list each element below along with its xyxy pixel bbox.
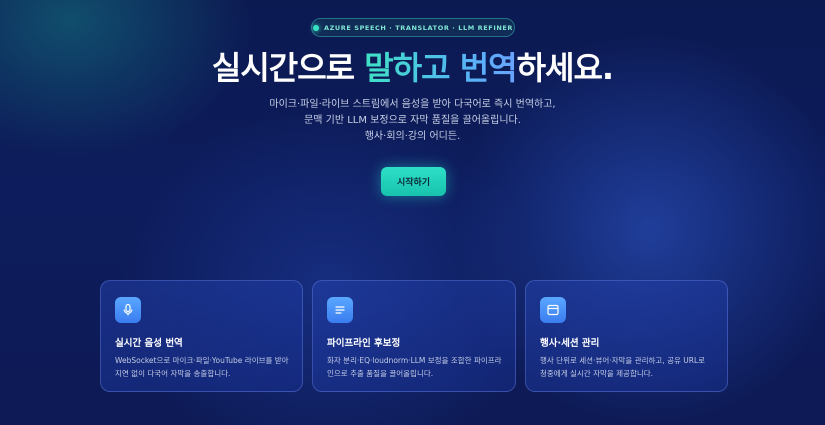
page-title: 실시간으로 말하고 번역하세요. — [0, 48, 825, 88]
start-button[interactable]: 시작하기 — [381, 167, 446, 196]
feature-description-line: 화자 분리·EQ·loudnorm·LLM 보정을 조합한 파이프라 — [327, 356, 502, 365]
feature-title: 행사·세션 관리 — [540, 338, 600, 349]
title-highlight: 말하고 번역 — [364, 49, 517, 87]
subtitle-line: 문맥 기반 LLM 보정으로 자막 품질을 끌어올립니다. — [304, 115, 521, 126]
feature-description-line: 인으로 추출 품질을 끌어올립니다. — [327, 369, 434, 378]
microphone-icon — [115, 297, 141, 323]
status-dot-icon — [312, 24, 319, 31]
badge-text: AZURE SPEECH · TRANSLATOR · LLM REFINER — [323, 23, 514, 32]
subtitle-line: 행사·회의·강의 어디든. — [364, 131, 461, 142]
feature-description-line: 지연 없이 다국어 자막을 송출합니다. — [115, 369, 231, 378]
feature-title: 실시간 음성 번역 — [115, 338, 183, 349]
feature-description-line: 청중에게 실시간 자막을 제공합니다. — [540, 369, 654, 378]
feature-description-line: WebSocket으로 마이크·파일·YouTube 라이브를 받아 — [115, 356, 289, 365]
feature-description: 행사 단위로 세션·뷰어·자막을 관리하고, 공유 URL로 청중에게 실시간 … — [540, 354, 713, 380]
document-lines-icon — [327, 297, 353, 323]
feature-title: 파이프라인 후보정 — [327, 338, 401, 349]
feature-card-event-session-management: 행사·세션 관리 행사 단위로 세션·뷰어·자막을 관리하고, 공유 URL로 … — [525, 280, 728, 392]
window-icon — [540, 297, 566, 323]
hero-subtitle: 마이크·파일·라이브 스트림에서 음성을 받아 다국어로 즉시 번역하고, 문맥… — [0, 97, 825, 145]
subtitle-line: 마이크·파일·라이브 스트림에서 음성을 받아 다국어로 즉시 번역하고, — [269, 99, 556, 110]
feature-description: WebSocket으로 마이크·파일·YouTube 라이브를 받아 지연 없이… — [115, 354, 289, 380]
feature-description: 화자 분리·EQ·loudnorm·LLM 보정을 조합한 파이프라 인으로 추… — [327, 354, 502, 380]
feature-card-realtime-translation: 실시간 음성 번역 WebSocket으로 마이크·파일·YouTube 라이브… — [100, 280, 303, 392]
feature-card-pipeline-refinement: 파이프라인 후보정 화자 분리·EQ·loudnorm·LLM 보정을 조합한 … — [312, 280, 516, 392]
product-badge: AZURE SPEECH · TRANSLATOR · LLM REFINER — [311, 18, 515, 37]
feature-description-line: 행사 단위로 세션·뷰어·자막을 관리하고, 공유 URL로 — [540, 356, 706, 365]
title-part-2: 하세요. — [516, 49, 614, 87]
title-part-1: 실시간으로 — [211, 49, 365, 87]
